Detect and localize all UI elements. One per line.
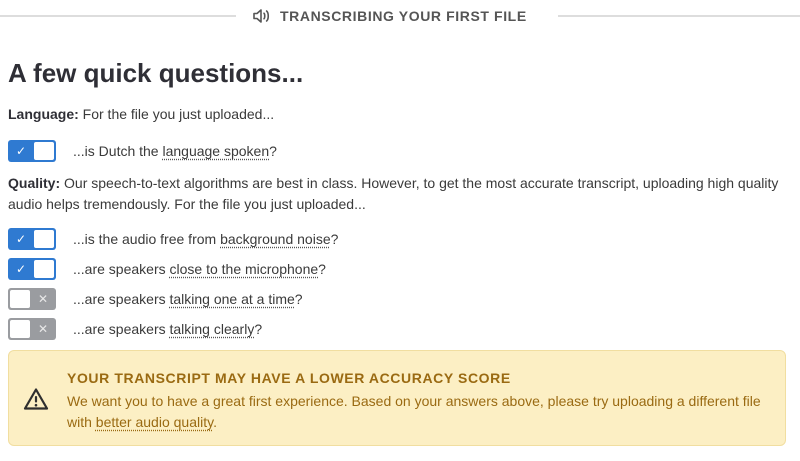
question-term: talking clearly <box>169 321 255 337</box>
quality-toggle-clearly[interactable]: ✕ <box>8 318 56 340</box>
check-icon: ✓ <box>15 232 27 246</box>
header-divider-left <box>0 15 236 17</box>
check-icon: ✓ <box>15 262 27 276</box>
warning-icon <box>23 387 49 416</box>
quality-text: Our speech-to-text algorithms are best i… <box>8 175 779 212</box>
language-text: For the file you just uploaded... <box>82 106 275 122</box>
section-header: TRANSCRIBING YOUR FIRST FILE <box>0 0 800 32</box>
quality-question: ...is the audio free from background noi… <box>73 231 339 247</box>
check-icon: ✓ <box>15 144 27 158</box>
quality-toggle-microphone[interactable]: ✓ <box>8 258 56 280</box>
speaker-icon <box>252 8 272 24</box>
quality-question-row: ✕ ...are speakers talking one at a time? <box>8 287 303 311</box>
accuracy-warning-alert: YOUR TRANSCRIPT MAY HAVE A LOWER ACCURAC… <box>8 350 786 446</box>
question-term: close to the microphone <box>169 261 319 277</box>
question-term: talking one at a time <box>169 291 295 307</box>
quality-question: ...are speakers talking clearly? <box>73 321 263 337</box>
quality-question: ...are speakers talking one at a time? <box>73 291 303 307</box>
toggle-knob <box>10 320 30 338</box>
alert-body: We want you to have a great first experi… <box>67 393 761 430</box>
alert-title: YOUR TRANSCRIPT MAY HAVE A LOWER ACCURAC… <box>67 370 511 386</box>
x-icon: ✕ <box>37 322 49 336</box>
language-label: Language: <box>8 106 79 122</box>
better-audio-quality-link[interactable]: better audio quality <box>96 414 213 430</box>
quality-toggle-background-noise[interactable]: ✓ <box>8 228 56 250</box>
quality-label: Quality: <box>8 175 61 191</box>
x-icon: ✕ <box>37 292 49 306</box>
section-title: TRANSCRIBING YOUR FIRST FILE <box>252 6 527 26</box>
quality-intro: Quality: Our speech-to-text algorithms a… <box>8 173 794 215</box>
page-title: A few quick questions... <box>8 58 304 88</box>
language-term: language spoken <box>162 143 270 159</box>
header-divider-right <box>558 15 800 17</box>
quality-toggle-one-at-a-time[interactable]: ✕ <box>8 288 56 310</box>
toggle-knob <box>10 290 30 308</box>
language-intro: Language: For the file you just uploaded… <box>8 104 274 125</box>
question-term: background noise <box>220 231 331 247</box>
language-toggle[interactable]: ✓ <box>8 140 56 162</box>
language-question: ...is Dutch the language spoken? <box>73 143 277 159</box>
toggle-knob <box>34 230 54 248</box>
quality-question-row: ✓ ...is the audio free from background n… <box>8 227 338 251</box>
toggle-knob <box>34 142 54 160</box>
quality-question-row: ✕ ...are speakers talking clearly? <box>8 317 262 341</box>
quality-question-row: ✓ ...are speakers close to the microphon… <box>8 257 326 281</box>
section-title-text: TRANSCRIBING YOUR FIRST FILE <box>280 8 527 24</box>
quality-question: ...are speakers close to the microphone? <box>73 261 326 277</box>
toggle-knob <box>34 260 54 278</box>
language-question-row: ✓ ...is Dutch the language spoken? <box>8 139 277 163</box>
